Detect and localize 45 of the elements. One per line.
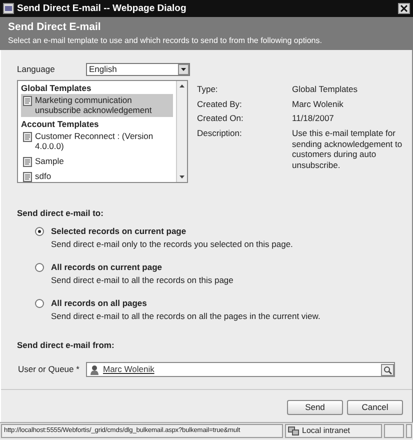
detail-value: Marc Wolenik <box>292 98 344 110</box>
detail-label: Created On: <box>197 113 244 124</box>
template-item[interactable]: Sample <box>21 154 173 168</box>
window-icon <box>3 3 14 14</box>
detail-label: Type: <box>197 84 219 95</box>
option-label: All records on all pages <box>51 298 148 308</box>
detail-label: Description: <box>197 128 243 140</box>
lookup-icon[interactable] <box>381 364 394 376</box>
option-description: Send direct e-mail to all the records on all the pages in the current view. <box>51 311 320 322</box>
template-icon <box>23 172 32 182</box>
option-description: Send direct e-mail only to the records you selected on this page. <box>51 239 293 250</box>
template-icon <box>23 96 32 106</box>
radio-button[interactable] <box>35 262 44 272</box>
close-icon[interactable] <box>398 3 410 14</box>
detail-value: Global Templates <box>292 84 359 95</box>
language-label: Language <box>17 64 56 75</box>
option-label: Selected records on current page <box>51 226 188 236</box>
template-icon <box>23 156 32 167</box>
user-or-queue-label: User or Queue * <box>18 364 80 376</box>
section-heading: Send direct e-mail from: <box>16 338 116 350</box>
radio-button[interactable] <box>35 298 44 308</box>
section-heading: Send direct e-mail to: <box>16 207 104 219</box>
group-heading: Global Templates <box>21 83 92 94</box>
user-icon <box>90 364 99 375</box>
detail-value: Use this e-mail template for sending acknowledgement to customers during auto unsubscribe. <box>292 128 404 170</box>
dialog-title: Send Direct E-mail <box>8 21 102 34</box>
template-item[interactable]: Customer Reconnect : (Version 4.0.0.0) <box>21 130 173 153</box>
template-item[interactable]: sdfo <box>21 170 173 182</box>
cancel-button[interactable]: Cancel <box>347 400 403 416</box>
option-description: Send direct e-mail to all the records on this page <box>51 275 234 286</box>
detail-label: Created By: <box>197 98 243 110</box>
scrollbar[interactable] <box>176 81 187 182</box>
send-button[interactable]: Send <box>287 400 343 416</box>
intranet-icon <box>288 426 299 436</box>
radio-button[interactable] <box>35 226 44 236</box>
dialog-subtitle: Select an e-mail template to use and which records to send to from the following options. <box>8 36 323 46</box>
option-label: All records on current page <box>51 262 163 272</box>
language-select[interactable]: English <box>86 63 190 76</box>
template-item[interactable]: Marketing communication unsubscribe acknowledgement <box>21 94 173 117</box>
zone-text: Local intranet <box>302 426 350 436</box>
group-heading: Account Templates <box>21 118 100 130</box>
user-or-queue-field[interactable]: Marc Wolenik <box>86 362 395 378</box>
detail-value: 11/18/2007 <box>292 113 335 124</box>
template-icon <box>23 132 32 142</box>
window-title: Send Direct E-mail -- Webpage Dialog <box>17 2 186 14</box>
